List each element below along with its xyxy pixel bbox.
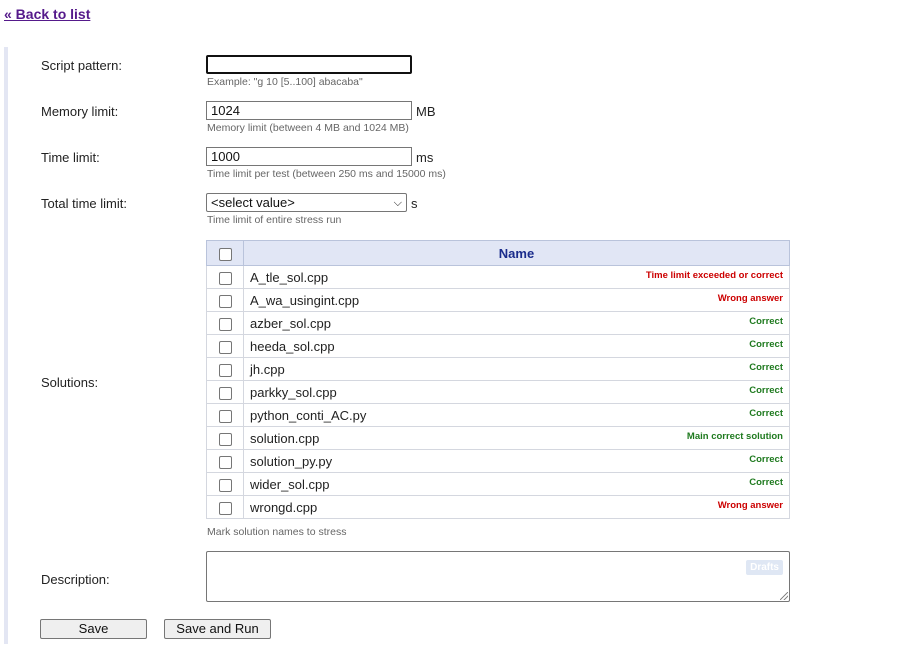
solution-name: python_conti_AC.py — [250, 407, 367, 423]
solution-name-cell: Correct wider_sol.cpp — [243, 472, 790, 496]
chevron-down-icon: ⌵ — [393, 197, 402, 209]
solution-name-cell: Wrong answer A_wa_usingint.cpp — [243, 288, 790, 312]
checkbox-cell — [206, 472, 244, 496]
name-column-header: Name — [243, 240, 790, 266]
checkbox-cell — [206, 334, 244, 358]
memory-limit-hint: Memory limit (between 4 MB and 1024 MB) — [207, 122, 409, 134]
solutions-table: Name Time limit exceeded or correct A_tle… — [206, 240, 790, 519]
solution-name: wider_sol.cpp — [250, 476, 330, 492]
solution-verdict: Correct — [749, 361, 783, 373]
total-time-limit-label: Total time limit: — [41, 196, 127, 211]
solution-checkbox[interactable] — [218, 363, 232, 377]
solution-verdict: Main correct solution — [686, 430, 783, 442]
select-all-checkbox[interactable] — [218, 247, 232, 261]
solution-checkbox[interactable] — [218, 501, 232, 515]
checkbox-cell — [206, 357, 244, 381]
checkbox-cell — [206, 495, 244, 519]
checkbox-cell — [206, 311, 244, 335]
solution-name: azber_sol.cpp — [250, 315, 331, 331]
solutions-label: Solutions: — [41, 375, 99, 390]
total-time-limit-select[interactable]: <select value> ⌵ — [206, 193, 407, 212]
checkbox-cell — [206, 288, 244, 312]
time-limit-hint: Time limit per test (between 250 ms and … — [207, 168, 446, 180]
time-limit-label: Time limit: — [41, 150, 100, 165]
solution-name-cell: Correct parkky_sol.cpp — [243, 380, 790, 404]
total-time-limit-hint: Time limit of entire stress run — [207, 214, 342, 226]
solution-name-cell: Correct heeda_sol.cpp — [243, 334, 790, 358]
memory-limit-input[interactable] — [206, 101, 412, 120]
drafts-button[interactable]: Drafts — [746, 560, 783, 575]
total-time-limit-selected: <select value> — [211, 195, 295, 210]
solutions-hint: Mark solution names to stress — [207, 526, 347, 538]
checkbox-cell — [206, 449, 244, 473]
table-row: Correct python_conti_AC.py — [206, 403, 790, 427]
solution-name-cell: Wrong answer wrongd.cpp — [243, 495, 790, 519]
checkbox-cell — [206, 380, 244, 404]
solution-verdict: Correct — [749, 338, 783, 350]
solution-checkbox[interactable] — [218, 455, 232, 469]
checkbox-cell — [206, 403, 244, 427]
solution-verdict: Correct — [749, 315, 783, 327]
solution-verdict: Correct — [749, 384, 783, 396]
solution-name: A_wa_usingint.cpp — [250, 292, 360, 308]
table-row: Correct heeda_sol.cpp — [206, 334, 790, 358]
time-limit-unit: ms — [416, 150, 434, 165]
solution-verdict: Wrong answer — [717, 499, 783, 511]
solution-name: solution_py.py — [250, 453, 333, 469]
checkbox-cell — [206, 426, 244, 450]
time-limit-input[interactable] — [206, 147, 412, 166]
memory-limit-label: Memory limit: — [41, 104, 119, 119]
script-pattern-input[interactable] — [206, 55, 412, 74]
solution-name-cell: Correct azber_sol.cpp — [243, 311, 790, 335]
solution-name: parkky_sol.cpp — [250, 384, 337, 400]
solution-checkbox[interactable] — [218, 271, 232, 285]
solution-verdict: Correct — [749, 476, 783, 488]
select-all-cell — [206, 240, 244, 266]
solution-name-cell: Main correct solution solution.cpp — [243, 426, 790, 450]
table-row: Correct parkky_sol.cpp — [206, 380, 790, 404]
solution-name-cell: Correct solution_py.py — [243, 449, 790, 473]
solution-checkbox[interactable] — [218, 317, 232, 331]
solution-name: A_tle_sol.cpp — [250, 269, 329, 285]
table-row: Correct solution_py.py — [206, 449, 790, 473]
script-pattern-hint: Example: "g 10 [5..100] abacaba" — [207, 76, 363, 88]
solution-checkbox[interactable] — [218, 478, 232, 492]
solution-verdict: Wrong answer — [717, 292, 783, 304]
solution-name: heeda_sol.cpp — [250, 338, 335, 354]
resize-handle-icon[interactable] — [780, 592, 788, 600]
solution-name: wrongd.cpp — [250, 499, 318, 515]
solution-name: jh.cpp — [250, 361, 285, 377]
solution-verdict: Time limit exceeded or correct — [645, 269, 783, 281]
solutions-header-row: Name — [206, 240, 790, 266]
solution-checkbox[interactable] — [218, 386, 232, 400]
save-and-run-button[interactable]: Save and Run — [164, 619, 271, 639]
table-row: Correct wider_sol.cpp — [206, 472, 790, 496]
table-row: Wrong answer A_wa_usingint.cpp — [206, 288, 790, 312]
table-row: Correct jh.cpp — [206, 357, 790, 381]
table-row: Time limit exceeded or correct A_tle_sol.… — [206, 265, 790, 289]
description-label: Description: — [41, 572, 110, 587]
description-textarea[interactable]: Drafts — [206, 551, 790, 602]
solution-checkbox[interactable] — [218, 409, 232, 423]
solution-verdict: Correct — [749, 407, 783, 419]
solution-checkbox[interactable] — [218, 432, 232, 446]
total-time-limit-unit: s — [411, 196, 418, 211]
form-left-rule — [4, 47, 8, 644]
script-pattern-label: Script pattern: — [41, 58, 122, 73]
solution-name-cell: Correct python_conti_AC.py — [243, 403, 790, 427]
solution-name-cell: Correct jh.cpp — [243, 357, 790, 381]
save-button[interactable]: Save — [40, 619, 147, 639]
solution-checkbox[interactable] — [218, 294, 232, 308]
table-row: Main correct solution solution.cpp — [206, 426, 790, 450]
checkbox-cell — [206, 265, 244, 289]
back-to-list-link[interactable]: « Back to list — [4, 6, 90, 22]
solution-name: solution.cpp — [250, 430, 320, 446]
solution-verdict: Correct — [749, 453, 783, 465]
solution-name-cell: Time limit exceeded or correct A_tle_sol.… — [243, 265, 790, 289]
solution-checkbox[interactable] — [218, 340, 232, 354]
memory-limit-unit: MB — [416, 104, 436, 119]
table-row: Wrong answer wrongd.cpp — [206, 495, 790, 519]
table-row: Correct azber_sol.cpp — [206, 311, 790, 335]
